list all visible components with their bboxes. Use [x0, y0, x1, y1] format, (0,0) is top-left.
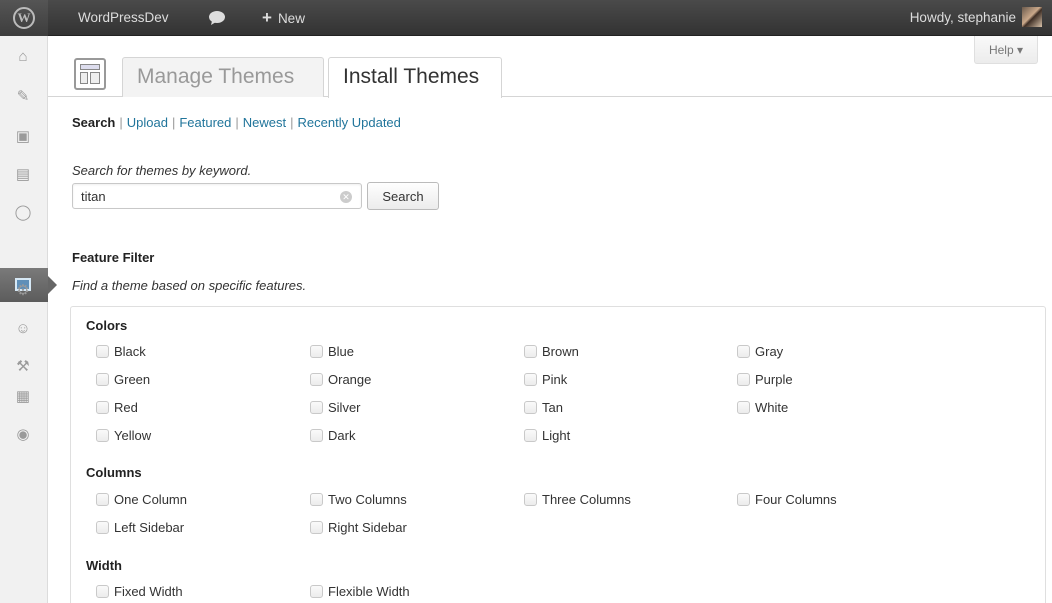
checkbox-gray[interactable]: Gray: [737, 344, 783, 359]
group-title-colors: Colors: [86, 318, 128, 333]
checkbox-black[interactable]: Black: [96, 344, 146, 359]
search-button[interactable]: Search: [367, 182, 439, 210]
checkbox-box[interactable]: [524, 373, 537, 386]
checkbox-box[interactable]: [310, 585, 323, 598]
checkbox-tan[interactable]: Tan: [524, 400, 563, 415]
checkbox-box[interactable]: [96, 429, 109, 442]
users-icon[interactable]: ☺: [12, 318, 34, 340]
checkbox-pink[interactable]: Pink: [524, 372, 567, 387]
comments-icon[interactable]: ◯: [12, 202, 34, 224]
checkbox-box[interactable]: [96, 401, 109, 414]
admin-side-menu: ⌂ ✎ ▣ ▤ ◯ ⚙ ☺ ⚒ ▦ ◉: [0, 36, 57, 603]
collapse-icon[interactable]: ◉: [12, 424, 34, 446]
checkbox-box[interactable]: [310, 401, 323, 414]
new-label: New: [277, 11, 305, 26]
group-title-columns: Columns: [86, 465, 142, 480]
checkbox-silver[interactable]: Silver: [310, 400, 361, 415]
checkbox-box[interactable]: [737, 401, 750, 414]
checkbox-box[interactable]: [96, 585, 109, 598]
checkbox-purple[interactable]: Purple: [737, 372, 793, 387]
checkbox-box[interactable]: [96, 521, 109, 534]
feature-filter-description: Find a theme based on specific features.: [72, 278, 307, 293]
site-name-link[interactable]: WordPressDev: [78, 0, 169, 36]
checkbox-box[interactable]: [737, 373, 750, 386]
greeting-text: Howdy, stephanie: [909, 10, 1016, 25]
admin-bar: W WordPressDev + New Howdy, stephanie: [0, 0, 1052, 36]
checkbox-four-columns[interactable]: Four Columns: [737, 492, 837, 507]
speech-bubble-icon: [209, 11, 225, 25]
comments-link[interactable]: [208, 0, 232, 36]
checkbox-green[interactable]: Green: [96, 372, 150, 387]
checkbox-yellow[interactable]: Yellow: [96, 428, 151, 443]
checkbox-left-sidebar[interactable]: Left Sidebar: [96, 520, 184, 535]
checkbox-box[interactable]: [737, 345, 750, 358]
checkbox-flexible-width[interactable]: Flexible Width: [310, 584, 410, 599]
search-input[interactable]: [72, 183, 362, 209]
tools-icon[interactable]: ⚒: [12, 356, 34, 378]
checkbox-box[interactable]: [524, 345, 537, 358]
checkbox-box[interactable]: [96, 373, 109, 386]
checkbox-box[interactable]: [96, 345, 109, 358]
dashboard-icon[interactable]: ⌂: [12, 46, 34, 68]
checkbox-brown[interactable]: Brown: [524, 344, 579, 359]
checkbox-box[interactable]: [310, 345, 323, 358]
checkbox-box[interactable]: [524, 493, 537, 506]
checkbox-box[interactable]: [310, 521, 323, 534]
subnav-search[interactable]: Search: [72, 115, 115, 130]
settings-icon[interactable]: ▦: [12, 386, 34, 408]
new-content-menu[interactable]: + New: [262, 0, 305, 36]
install-subnav: Search | Upload | Featured | Newest | Recently U…: [72, 115, 401, 130]
checkbox-box[interactable]: [310, 429, 323, 442]
search-description: Search for themes by keyword.: [72, 163, 252, 178]
checkbox-box[interactable]: [524, 401, 537, 414]
checkbox-box[interactable]: [310, 373, 323, 386]
checkbox-blue[interactable]: Blue: [310, 344, 354, 359]
checkbox-white[interactable]: White: [737, 400, 788, 415]
checkbox-red[interactable]: Red: [96, 400, 138, 415]
checkbox-box[interactable]: [524, 429, 537, 442]
group-title-width: Width: [86, 558, 122, 573]
subnav-newest[interactable]: Newest: [243, 115, 286, 130]
tab-install-themes[interactable]: Install Themes: [328, 57, 502, 98]
plugins-icon[interactable]: ⚙: [12, 280, 34, 302]
pages-icon[interactable]: ▤: [12, 164, 34, 186]
subnav-featured[interactable]: Featured: [179, 115, 231, 130]
checkbox-two-columns[interactable]: Two Columns: [310, 492, 407, 507]
subnav-upload[interactable]: Upload: [127, 115, 168, 130]
clear-search-icon[interactable]: ✕: [340, 191, 352, 203]
plus-icon: +: [262, 8, 272, 27]
themes-icon: [74, 58, 106, 90]
checkbox-orange[interactable]: Orange: [310, 372, 371, 387]
checkbox-box[interactable]: [310, 493, 323, 506]
checkbox-dark[interactable]: Dark: [310, 428, 355, 443]
checkbox-light[interactable]: Light: [524, 428, 570, 443]
feature-filter-title: Feature Filter: [72, 250, 155, 265]
media-icon[interactable]: ▣: [12, 126, 34, 148]
checkbox-box[interactable]: [737, 493, 750, 506]
tab-manage-themes[interactable]: Manage Themes: [122, 57, 324, 97]
posts-icon[interactable]: ✎: [12, 86, 34, 108]
checkbox-three-columns[interactable]: Three Columns: [524, 492, 631, 507]
avatar: [1022, 6, 1042, 27]
checkbox-right-sidebar[interactable]: Right Sidebar: [310, 520, 407, 535]
checkbox-box[interactable]: [96, 493, 109, 506]
wordpress-logo-icon: W: [13, 7, 35, 29]
wordpress-logo-menu[interactable]: W: [0, 0, 48, 36]
help-button[interactable]: Help ▾: [974, 36, 1038, 64]
checkbox-one-column[interactable]: One Column: [96, 492, 187, 507]
subnav-recently-updated[interactable]: Recently Updated: [298, 115, 401, 130]
account-menu[interactable]: Howdy, stephanie: [910, 0, 1042, 36]
checkbox-fixed-width[interactable]: Fixed Width: [96, 584, 183, 599]
